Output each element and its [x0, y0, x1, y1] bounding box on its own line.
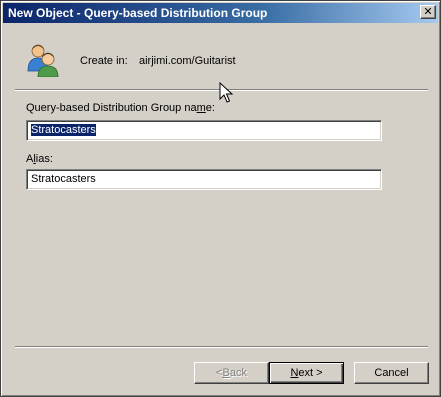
cancel-button[interactable]: Cancel [354, 362, 429, 384]
footer-separator [15, 346, 428, 348]
alias-input[interactable]: Stratocasters [26, 169, 382, 190]
title-bar[interactable]: New Object - Query-based Distribution Gr… [3, 3, 438, 23]
next-button[interactable]: Next > [269, 362, 344, 384]
mouse-pointer-icon [219, 82, 233, 103]
window-title: New Object - Query-based Distribution Gr… [8, 6, 268, 20]
close-button[interactable]: ✕ [420, 5, 436, 19]
alias-value: Stratocasters [31, 173, 96, 185]
users-group-icon [27, 44, 59, 77]
group-name-input[interactable]: Stratocasters [26, 120, 382, 141]
group-name-label: Query-based Distribution Group name: [26, 102, 215, 114]
back-button[interactable]: < Back [194, 362, 269, 384]
alias-label: Alias: [26, 153, 53, 165]
group-name-value: Stratocasters [30, 123, 97, 137]
create-in-path: airjimi.com/Guitarist [139, 55, 236, 67]
close-icon: ✕ [423, 5, 433, 18]
dialog-window: New Object - Query-based Distribution Gr… [0, 0, 441, 397]
create-in-label: Create in: [80, 55, 128, 67]
